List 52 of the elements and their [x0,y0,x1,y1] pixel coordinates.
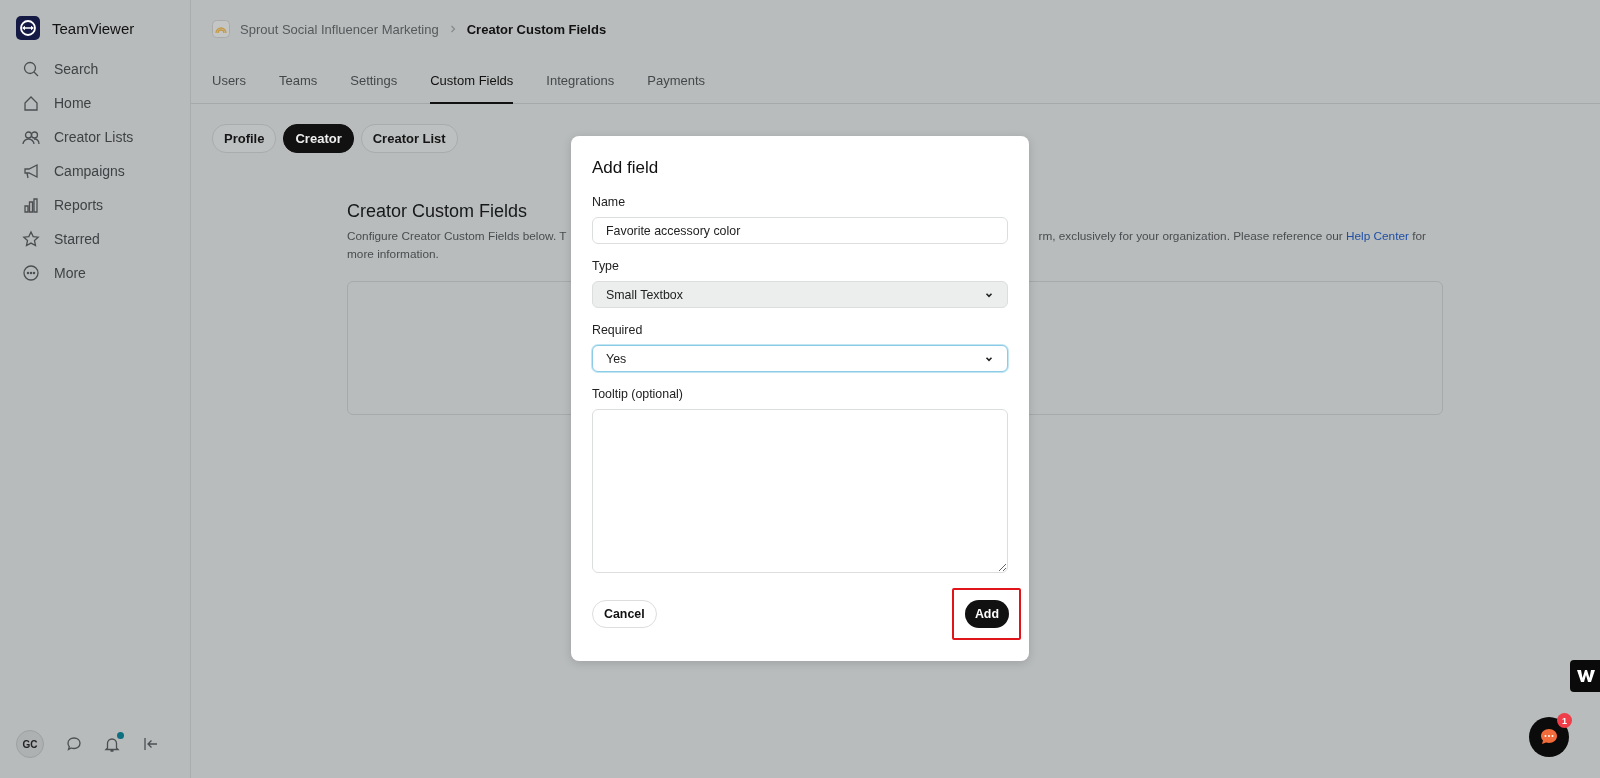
collapse-icon[interactable] [141,735,160,753]
bar-chart-icon [22,196,40,214]
brand-name: TeamViewer [52,19,135,37]
search-icon [22,60,40,78]
tab[interactable]: Integrations [546,58,615,104]
people-icon [22,128,40,146]
tab[interactable]: Settings [350,58,398,104]
field-label: Type [592,259,620,273]
megaphone-icon [22,162,40,180]
nav-item[interactable]: Reports [16,188,174,222]
logo-icon [16,16,40,40]
name-input[interactable]: Favorite accessory color [592,217,1008,244]
star-icon [22,230,40,248]
dialog-title: Add field [592,158,660,178]
description-text: more information. [347,246,439,263]
nav-item[interactable]: More [16,256,174,290]
filter-pill[interactable]: Profile [212,124,277,153]
field-label: Tooltip (optional) [592,387,684,401]
help-center-link[interactable]: Help Center [1346,229,1409,243]
select-field[interactable]: Small Textbox [592,281,1008,308]
avatar[interactable]: GC [16,730,44,758]
tab[interactable]: Users [212,58,246,104]
cancel-button[interactable]: Cancel [592,600,657,628]
more-icon [22,264,40,282]
description-text: Configure Creator Custom Fields below. T [347,228,567,245]
field-label: Name [592,195,627,209]
nav-item[interactable]: Creator Lists [16,120,174,154]
tab[interactable]: Custom Fields [430,58,514,104]
section-title: Creator Custom Fields [347,201,528,222]
chat-icon[interactable] [64,735,83,753]
chat-launcher-button[interactable] [1529,717,1569,757]
breadcrumb-link[interactable]: Sprout Social Influencer Marketing [240,21,439,37]
tab[interactable]: Payments [647,58,706,104]
org-logo-icon [212,20,230,38]
description-text: rm, exclusively for your organization. Please reference our Help Center for [1038,228,1426,245]
chevron-icon [448,25,457,33]
nav-item[interactable]: Home [16,86,174,120]
nav-item[interactable]: Starred [16,222,174,256]
add-button[interactable]: Add [964,600,1009,628]
tab[interactable]: Teams [278,58,318,104]
field-label: Required [592,323,644,337]
filter-pill[interactable]: Creator List [360,124,458,153]
home-icon [22,94,40,112]
nav-item[interactable]: Campaigns [16,154,174,188]
speech-bubble-icon [1539,727,1559,747]
bell-icon[interactable] [103,735,122,753]
unread-badge: 1 [1557,713,1572,728]
breadcrumb-current: Creator Custom Fields [466,21,607,37]
nav-item[interactable]: Search [16,52,174,86]
filter-pill[interactable]: Creator [283,124,354,153]
select-field[interactable]: Yes [592,345,1008,372]
widget-logo-icon[interactable] [1570,660,1600,692]
